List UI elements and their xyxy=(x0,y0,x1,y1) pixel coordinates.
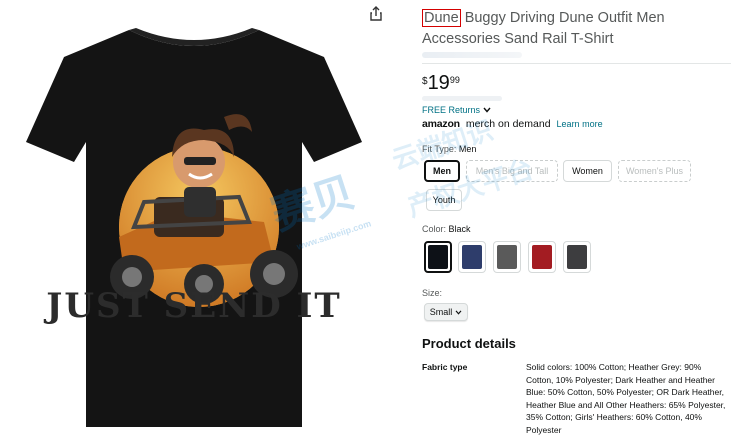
tshirt-image[interactable]: JUST SEND IT xyxy=(24,22,364,432)
fit-type-selected: Men xyxy=(458,144,477,154)
price-fraction: 99 xyxy=(449,75,460,85)
brand-name[interactable]: Dune xyxy=(422,9,461,27)
color-label: Color: Black xyxy=(422,224,471,234)
price-whole: 19 xyxy=(427,72,450,94)
fit-type-label: Fit Type: Men xyxy=(422,144,477,154)
product-title[interactable]: Dune Buggy Driving Dune Outfit Men Acces… xyxy=(422,8,727,50)
merch-on-demand: amazon merch on demand Learn more xyxy=(422,118,603,130)
fit-option-men[interactable]: Men xyxy=(424,160,460,182)
fit-option-youth[interactable]: Youth xyxy=(426,189,462,211)
blurred-store-link xyxy=(422,52,522,58)
size-selected: Small xyxy=(429,307,453,317)
fabric-type-label: Fabric type xyxy=(422,362,468,372)
swatch-fill xyxy=(567,245,587,269)
divider xyxy=(422,63,731,64)
size-dropdown[interactable]: Small xyxy=(424,303,468,321)
product-details-pane: Dune Buggy Driving Dune Outfit Men Acces… xyxy=(422,0,731,442)
blurred-line xyxy=(422,96,502,101)
color-swatch-black[interactable] xyxy=(424,241,452,273)
learn-more-link[interactable]: Learn more xyxy=(557,119,603,129)
color-swatch-navy[interactable] xyxy=(458,241,486,273)
fit-option-womens-plus[interactable]: Women's Plus xyxy=(618,160,691,182)
fit-option-mens-big-tall[interactable]: Men's Big and Tall xyxy=(466,160,558,182)
color-swatch-gray[interactable] xyxy=(493,241,521,273)
color-swatch-red[interactable] xyxy=(528,241,556,273)
swatch-fill xyxy=(497,245,517,269)
swatch-fill xyxy=(462,245,482,269)
color-swatch-charcoal[interactable] xyxy=(563,241,591,273)
swatch-fill xyxy=(532,245,552,269)
color-selected: Black xyxy=(448,224,471,234)
swatch-fill xyxy=(428,245,448,269)
product-details-heading: Product details xyxy=(422,336,516,351)
share-icon[interactable] xyxy=(368,6,384,22)
chevron-down-icon xyxy=(455,309,462,315)
product-image-pane: JUST SEND IT xyxy=(0,0,400,442)
free-returns-link[interactable]: FREE Returns xyxy=(422,105,491,115)
size-label: Size: xyxy=(422,288,443,298)
free-returns-label: FREE Returns xyxy=(422,105,481,115)
shirt-print-text: JUST SEND IT xyxy=(43,286,342,326)
amazon-logo: amazon xyxy=(422,118,460,130)
price: $ 19 99 xyxy=(422,72,460,94)
fit-option-women[interactable]: Women xyxy=(563,160,612,182)
fabric-type-value: Solid colors: 100% Cotton; Heather Grey:… xyxy=(526,362,726,435)
merch-text: merch on demand xyxy=(465,118,551,130)
chevron-down-icon xyxy=(483,107,491,113)
